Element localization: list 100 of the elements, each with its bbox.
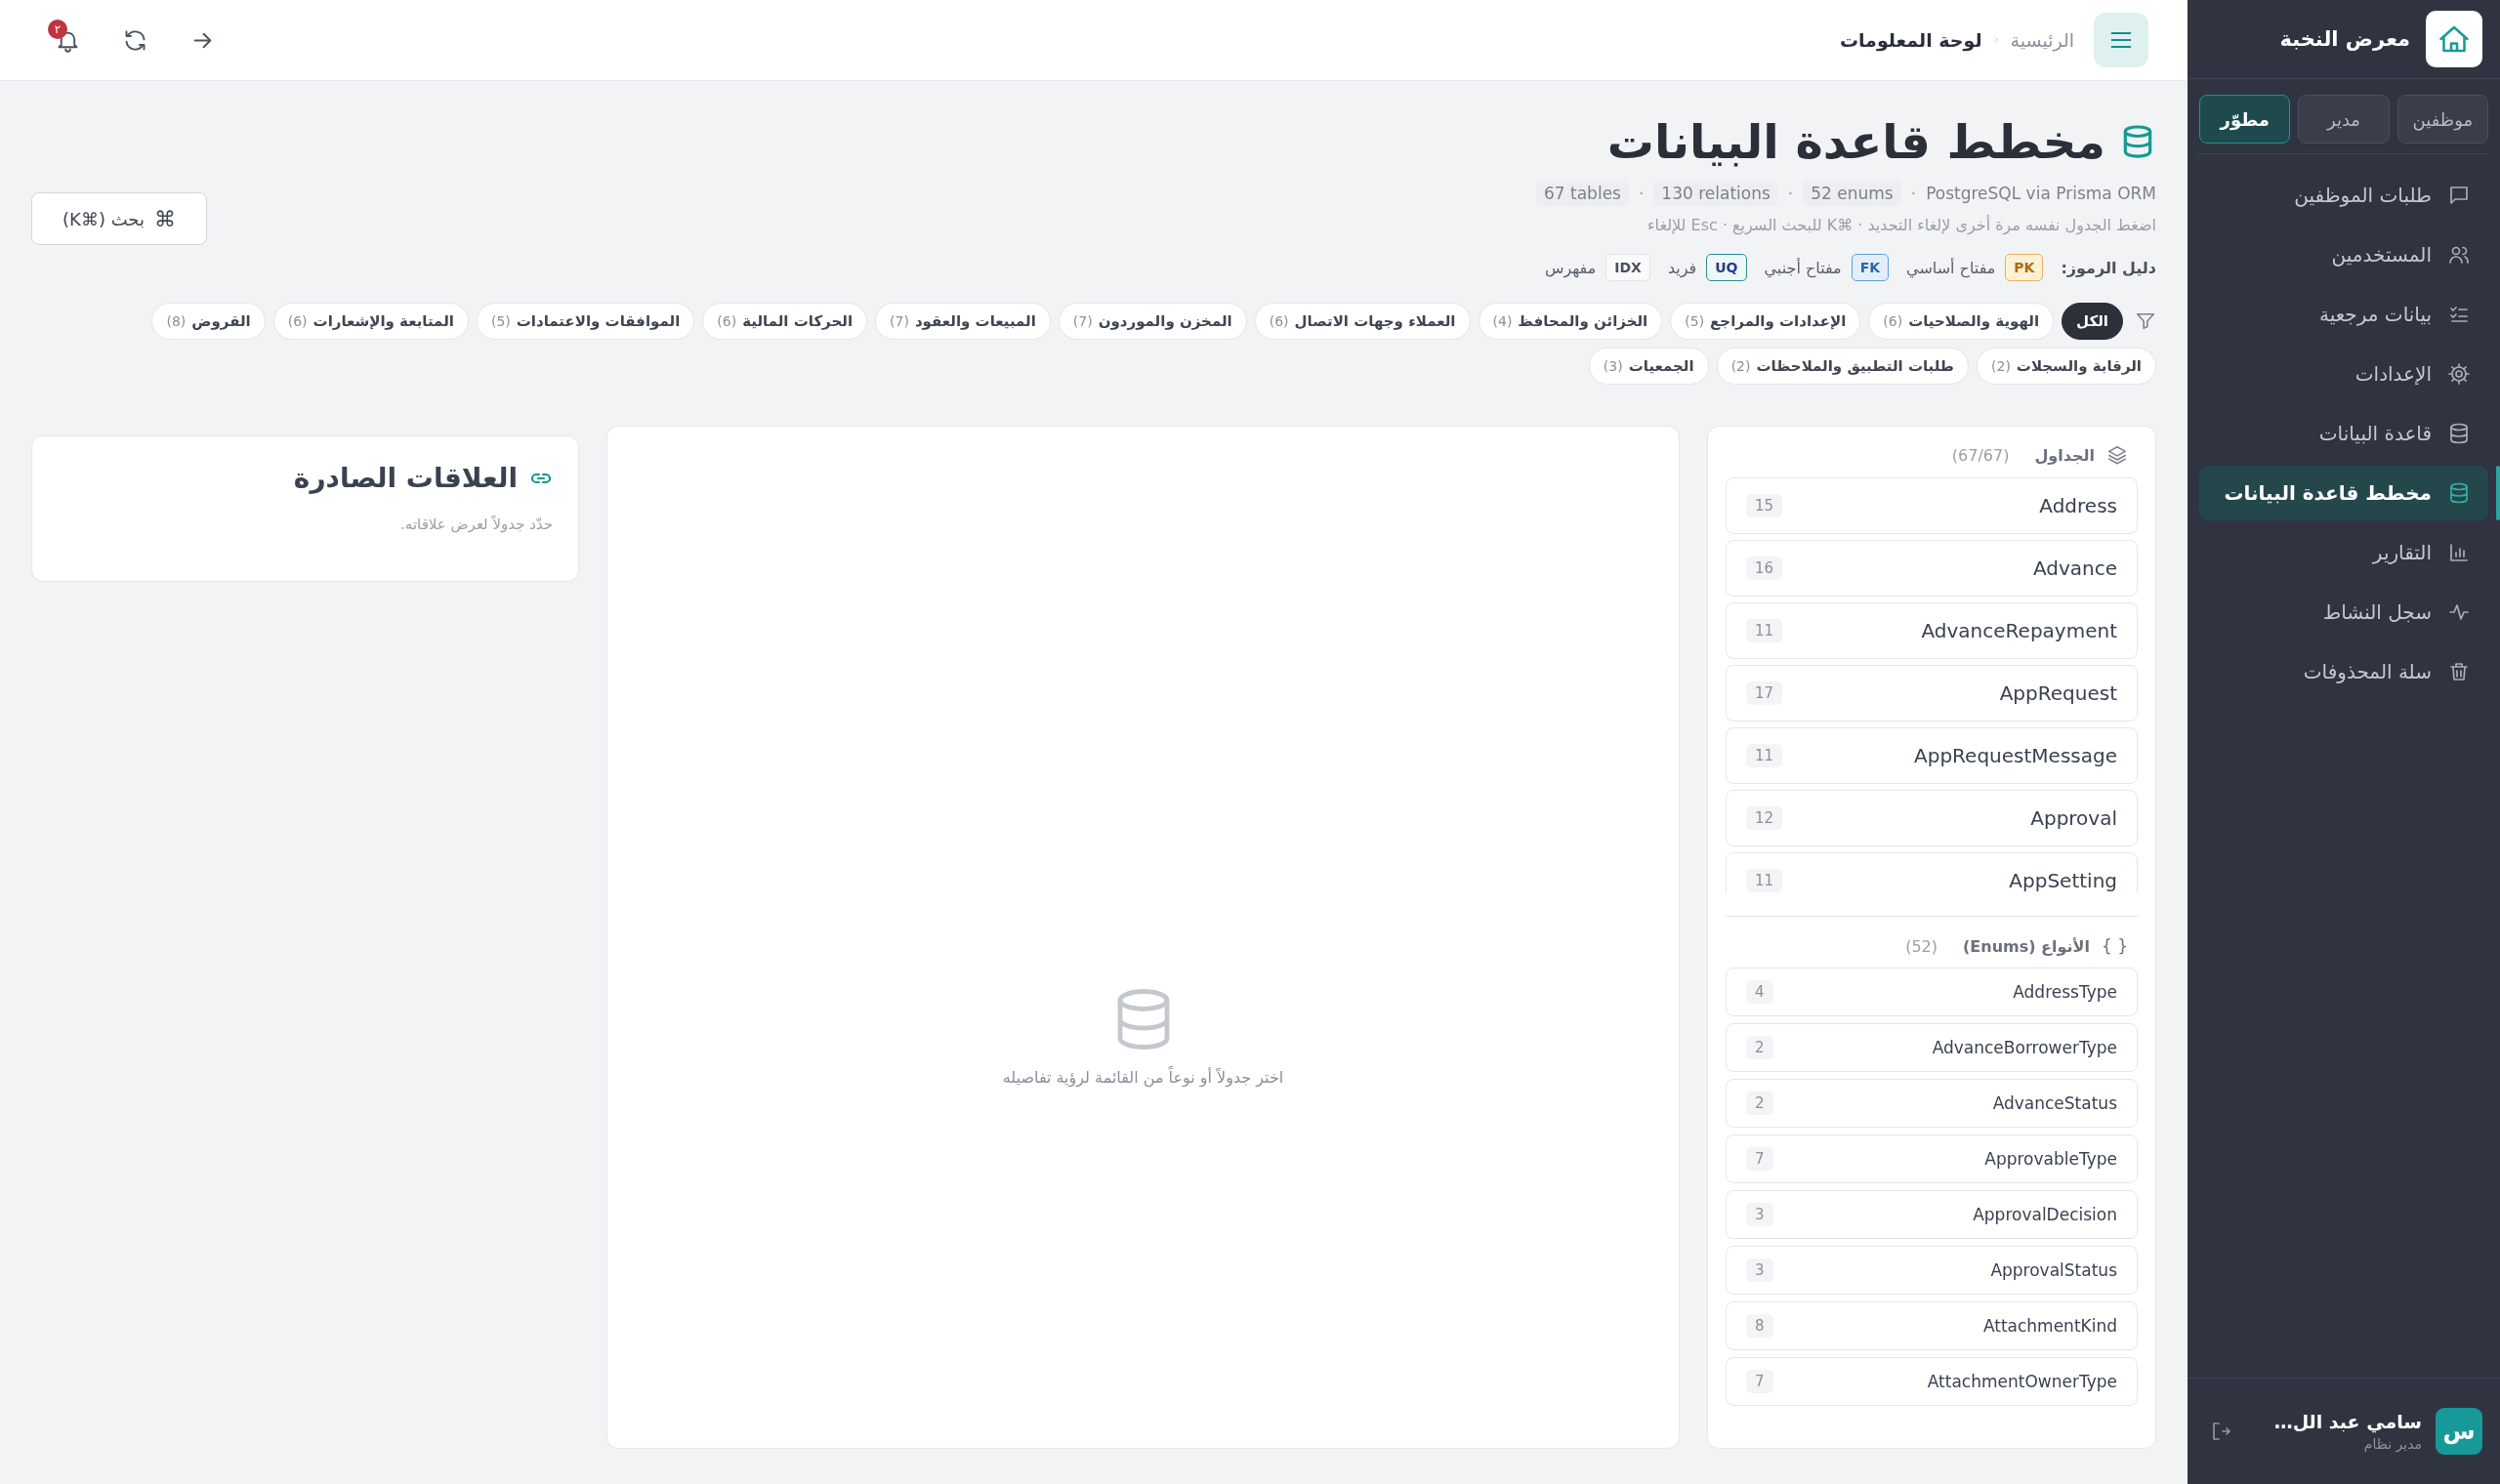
- key-code-badge: UQ: [1706, 254, 1747, 281]
- active-indicator: [2496, 466, 2500, 520]
- enum-name: AttachmentOwnerType: [1927, 1372, 2117, 1391]
- key-code-badge: PK: [2005, 254, 2044, 281]
- value-count: 7: [1746, 1147, 1773, 1171]
- field-count: 16: [1746, 556, 1783, 580]
- field-count: 17: [1746, 681, 1783, 705]
- trash-icon: [2447, 660, 2471, 683]
- table-name: Advance: [2032, 556, 2117, 580]
- stat-pill: 67 tables: [1536, 181, 1629, 206]
- legend-text: مفتاح أساسي: [1906, 258, 1996, 277]
- nav-item[interactable]: المستخدمين: [2199, 227, 2488, 282]
- value-count: 2: [1746, 1092, 1773, 1115]
- legend-text: فريد: [1667, 258, 1697, 277]
- table-item[interactable]: 11 AdvanceRepayment: [1726, 602, 2138, 659]
- value-count: 7: [1746, 1370, 1773, 1393]
- enum-item[interactable]: 3 ApprovalDecision: [1726, 1190, 2138, 1239]
- stat-pill: 52 enums: [1803, 181, 1901, 206]
- value-count: 8: [1746, 1314, 1773, 1338]
- search-label: بحث (⌘K): [62, 208, 145, 229]
- settings-icon: [2447, 362, 2471, 386]
- value-count: 2: [1746, 1036, 1773, 1059]
- layers-icon: [2106, 444, 2128, 466]
- nav-item[interactable]: التقارير: [2199, 525, 2488, 580]
- table-item[interactable]: 15 Address: [1726, 477, 2138, 534]
- section-title: الجداول: [2034, 445, 2095, 465]
- hint-text: حدّد جدولاً لعرض علاقاته.: [399, 515, 553, 533]
- key-code-badge: FK: [1851, 254, 1890, 281]
- database-icon: [2447, 481, 2471, 505]
- table-name: AppSetting: [2009, 869, 2117, 892]
- field-count: 12: [1746, 806, 1783, 830]
- enum-name: AttachmentKind: [1982, 1316, 2117, 1336]
- enum-item[interactable]: 2 AdvanceBorrowerType: [1726, 1023, 2138, 1072]
- table-name: AdvanceRepayment: [1921, 619, 2117, 642]
- separator-dot: ·: [1787, 184, 1794, 203]
- empty-state-text: اختر جدولاً أو نوعاً من القائمة لرؤية تفاصيله: [1002, 1067, 1284, 1087]
- enum-item[interactable]: 3 ApprovalStatus: [1726, 1246, 2138, 1295]
- table-item[interactable]: 11 AppSetting: [1726, 852, 2138, 892]
- panel-title: العلاقات الصادرة: [293, 462, 518, 494]
- nav-item[interactable]: طلبات الموظفين: [2199, 168, 2488, 223]
- section-count: (52): [1905, 936, 1938, 956]
- field-count: 11: [1746, 869, 1783, 892]
- user-role: مدير نظام: [2362, 1436, 2422, 1452]
- braces-icon: { }: [2101, 936, 2128, 956]
- menu-button[interactable]: [2094, 13, 2148, 67]
- page-title: مخطط قاعدة البيانات: [1606, 114, 2105, 169]
- hint-text: اضغط الجدول نفسه مرة أخرى لإلغاء التحديد · ⌘K للبحث السريع · Esc للإلغاء: [1646, 216, 2156, 234]
- table-name: AppRequest: [1999, 681, 2117, 705]
- table-item[interactable]: 12 Approval: [1726, 790, 2138, 846]
- logo-icon: [2426, 11, 2482, 67]
- section-count: (67/67): [1951, 445, 2010, 465]
- table-name: Approval: [2030, 806, 2117, 830]
- nav-item[interactable]: سجل النشاط: [2199, 585, 2488, 639]
- filter-chip[interactable]: الكل: [2062, 303, 2123, 340]
- enum-item[interactable]: 7 ApprovableType: [1726, 1134, 2138, 1183]
- search-button[interactable]: ⌘ بحث (⌘K): [31, 192, 207, 245]
- separator-dot: ·: [1638, 184, 1645, 203]
- enum-name: ApprovableType: [1984, 1149, 2117, 1169]
- separator-dot: ·: [1910, 184, 1917, 203]
- nav-item[interactable]: سلة المحذوفات: [2199, 644, 2488, 699]
- user-name: سامي عبد الل…: [2272, 1411, 2422, 1432]
- table-name: AppRequestMessage: [1914, 744, 2117, 767]
- user-avatar: س: [2436, 1408, 2482, 1455]
- role-tab[interactable]: مطوّر: [2199, 95, 2291, 144]
- legend-text: مفهرس: [1544, 258, 1597, 277]
- nav-item[interactable]: قاعدة البيانات: [2199, 406, 2488, 461]
- table-item[interactable]: 16 Advance: [1726, 540, 2138, 597]
- command-icon: ⌘: [153, 206, 176, 231]
- nav-item[interactable]: بيانات مرجعية: [2199, 287, 2488, 342]
- value-count: 3: [1746, 1203, 1773, 1226]
- stat-pill: 130 relations: [1653, 181, 1778, 206]
- value-count: 4: [1746, 980, 1773, 1004]
- source-label: PostgreSQL via Prisma ORM: [1926, 184, 2156, 203]
- field-count: 11: [1746, 619, 1783, 642]
- legend-text: مفتاح أجنبي: [1764, 258, 1842, 277]
- key-code-badge: IDX: [1605, 254, 1650, 281]
- enum-item[interactable]: 8 AttachmentKind: [1726, 1301, 2138, 1350]
- enum-item[interactable]: 7 AttachmentOwnerType: [1726, 1357, 2138, 1406]
- chat-bubble-icon: [2447, 184, 2471, 207]
- database-icon: [2447, 422, 2471, 445]
- enum-name: AddressType: [2013, 982, 2117, 1002]
- enum-item[interactable]: 4 AddressType: [1726, 968, 2138, 1016]
- enum-name: AdvanceStatus: [1992, 1093, 2117, 1113]
- role-tab[interactable]: مدير: [2298, 95, 2390, 144]
- enum-name: ApprovalStatus: [1990, 1260, 2117, 1280]
- bar-chart-icon: [2447, 541, 2471, 564]
- enum-item[interactable]: 2 AdvanceStatus: [1726, 1079, 2138, 1128]
- table-item[interactable]: 17 AppRequest: [1726, 665, 2138, 721]
- enum-name: ApprovalDecision: [1973, 1205, 2117, 1224]
- brand-name: معرض النخبة: [2279, 27, 2410, 51]
- field-count: 11: [1746, 744, 1783, 767]
- breadcrumb-item: لوحة المعلومات: [1839, 29, 1982, 51]
- nav-item[interactable]: الإعدادات: [2199, 347, 2488, 401]
- section-title: الأنواع (Enums): [1963, 936, 2090, 956]
- filter-icon: [2135, 310, 2156, 332]
- role-tab[interactable]: موظفين: [2396, 95, 2488, 144]
- enum-name: AdvanceBorrowerType: [1932, 1038, 2117, 1057]
- value-count: 3: [1746, 1258, 1773, 1282]
- table-item[interactable]: 11 AppRequestMessage: [1726, 727, 2138, 784]
- notification-badge: ٢: [48, 19, 67, 39]
